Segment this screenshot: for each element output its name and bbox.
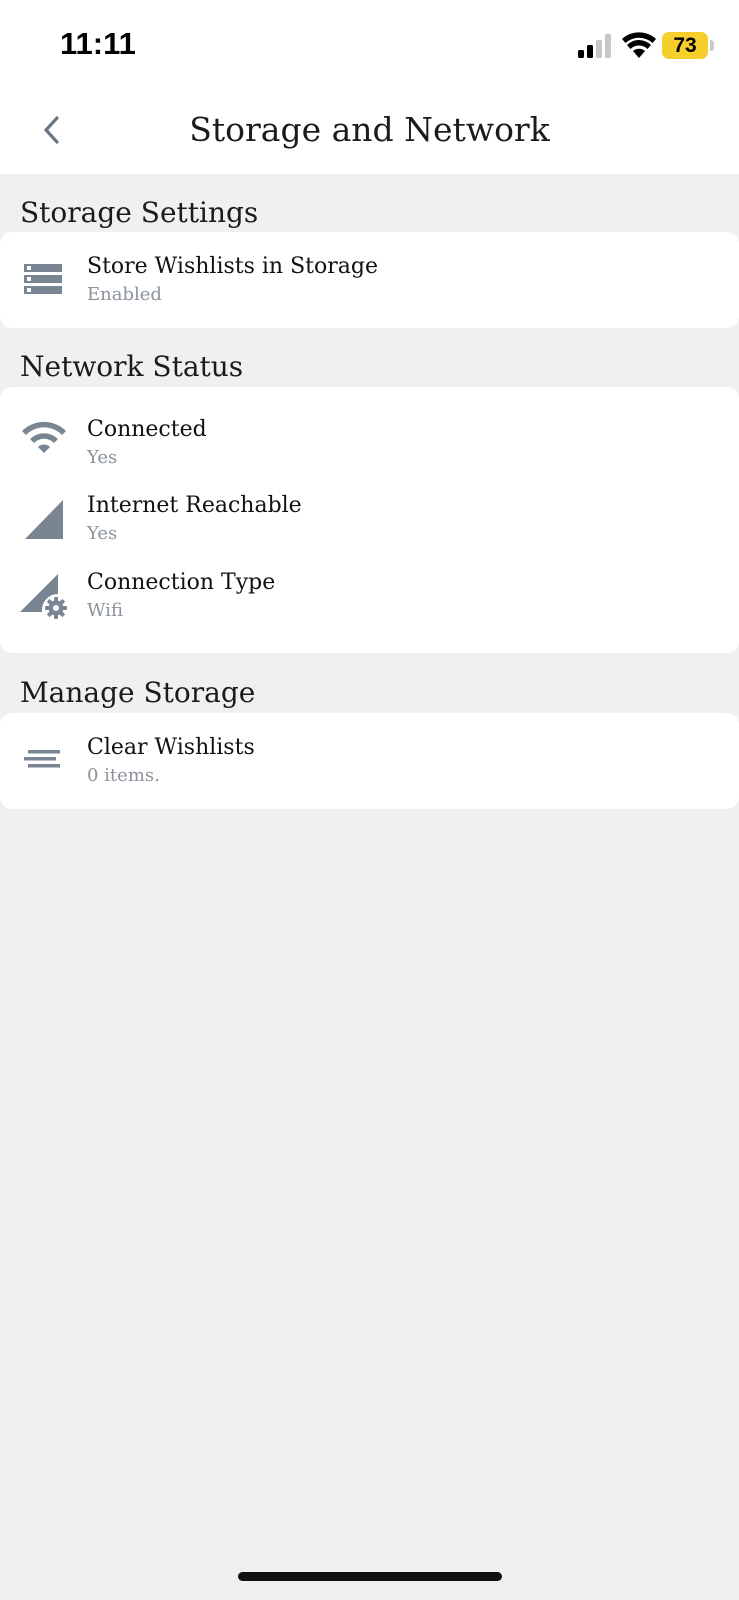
status-bar: 11:11 73 — [0, 0, 739, 88]
list-item-value: Yes — [87, 447, 118, 468]
list-item-clear-wishlists[interactable]: Clear Wishlists 0 items. — [0, 735, 739, 809]
section-title-network-status: Network Status — [20, 350, 244, 383]
status-time: 11:11 — [60, 26, 136, 61]
list-item-value: Enabled — [87, 284, 162, 305]
network-status-card: Connected Yes Internet Reachable Yes Con… — [0, 387, 739, 653]
list-item-label: Connected — [87, 417, 207, 442]
list-item-value: Wifi — [87, 600, 123, 621]
list-item-connected: Connected Yes — [0, 417, 739, 491]
wifi-status-icon — [622, 32, 656, 58]
list-item-label: Internet Reachable — [87, 493, 302, 518]
list-item-label: Connection Type — [87, 570, 276, 595]
battery-indicator: 73 — [662, 32, 708, 59]
cellular-signal-icon — [578, 34, 611, 58]
manage-storage-card: Clear Wishlists 0 items. — [0, 713, 739, 809]
list-item-store-wishlists[interactable]: Store Wishlists in Storage Enabled — [0, 254, 739, 328]
home-indicator — [238, 1572, 502, 1581]
storage-settings-card: Store Wishlists in Storage Enabled — [0, 232, 739, 328]
battery-nub — [710, 40, 714, 51]
list-item-value: Yes — [87, 523, 118, 544]
storage-icon — [24, 264, 62, 294]
nav-header: Storage and Network — [0, 88, 739, 174]
list-item-internet-reachable: Internet Reachable Yes — [0, 493, 739, 567]
section-title-manage-storage: Manage Storage — [20, 676, 256, 709]
section-title-storage-settings: Storage Settings — [20, 196, 259, 229]
list-item-label: Clear Wishlists — [87, 735, 255, 760]
signal-cellular-icon — [25, 500, 63, 539]
signal-settings-icon — [20, 574, 67, 619]
notes-icon — [24, 750, 60, 768]
list-item-label: Store Wishlists in Storage — [87, 254, 378, 279]
list-item-connection-type: Connection Type Wifi — [0, 570, 739, 644]
list-item-value: 0 items. — [87, 765, 160, 786]
page-title: Storage and Network — [189, 110, 550, 149]
wifi-icon — [22, 421, 66, 453]
